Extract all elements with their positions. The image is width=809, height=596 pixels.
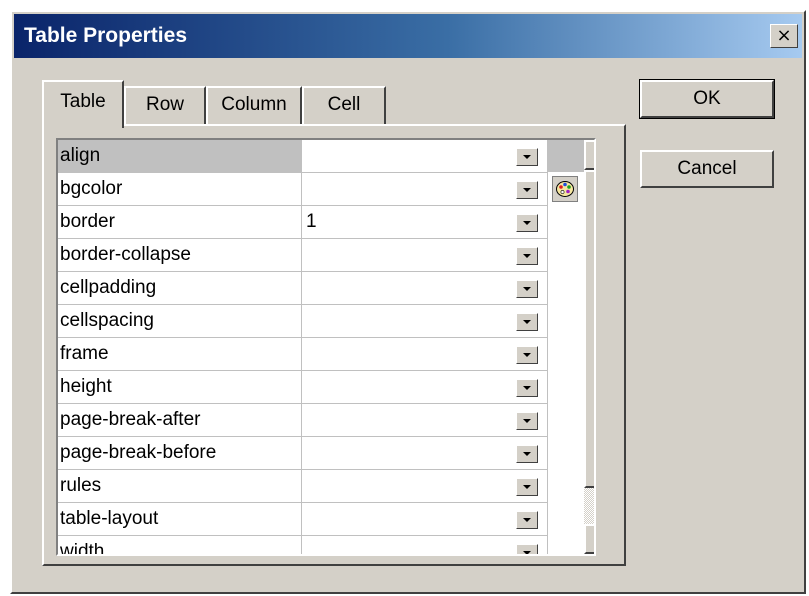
property-value-field[interactable] (302, 503, 548, 535)
tab-cell-label: Cell (327, 94, 361, 115)
property-row[interactable]: table-layout (58, 503, 548, 536)
property-name: page-break-after (58, 404, 302, 436)
property-value-field[interactable] (302, 272, 548, 304)
property-value-field[interactable] (302, 140, 548, 172)
property-value-field[interactable] (302, 338, 548, 370)
property-value-field[interactable]: 1 (302, 206, 548, 238)
scroll-up-button[interactable] (584, 140, 594, 170)
tab-row[interactable]: Row (124, 86, 206, 124)
properties-list: align bgcolor border 1 border-collapse cellpa… (58, 140, 548, 554)
property-value-field[interactable] (302, 404, 548, 436)
property-name: bgcolor (58, 173, 302, 205)
dropdown-arrow-button[interactable] (516, 148, 538, 166)
property-name: table-layout (58, 503, 302, 535)
close-icon: × (776, 25, 792, 46)
dropdown-arrow-button[interactable] (516, 478, 538, 496)
tab-cell[interactable]: Cell (302, 86, 386, 124)
property-value-field[interactable] (302, 239, 548, 271)
property-name: border (58, 206, 302, 238)
property-row[interactable]: cellpadding (58, 272, 548, 305)
property-row[interactable]: rules (58, 470, 548, 503)
property-value-field[interactable] (302, 305, 548, 337)
tab-column-label: Column (221, 94, 287, 115)
property-name: cellpadding (58, 272, 302, 304)
dropdown-arrow-button[interactable] (516, 346, 538, 364)
grid-scrollbar[interactable] (584, 140, 594, 554)
dropdown-arrow-button[interactable] (516, 313, 538, 331)
scroll-down-button[interactable] (584, 524, 594, 554)
property-name: rules (58, 470, 302, 502)
ok-button-label: OK (693, 88, 721, 109)
property-row[interactable]: bgcolor (58, 173, 548, 206)
scroll-thumb[interactable] (584, 170, 594, 488)
property-row[interactable]: cellspacing (58, 305, 548, 338)
table-properties-dialog: Table Properties × Table Row Column Cell… (10, 10, 806, 594)
property-name: page-break-before (58, 437, 302, 469)
cancel-button-label: Cancel (677, 158, 737, 179)
property-row[interactable]: align (58, 140, 548, 173)
property-row[interactable]: height (58, 371, 548, 404)
property-row[interactable]: page-break-before (58, 437, 548, 470)
property-row[interactable]: page-break-after (58, 404, 548, 437)
property-value-field[interactable] (302, 536, 548, 554)
property-value-field[interactable] (302, 470, 548, 502)
dropdown-arrow-button[interactable] (516, 412, 538, 430)
property-value: 1 (306, 211, 317, 232)
property-row[interactable]: width (58, 536, 548, 554)
tab-table-label: Table (60, 91, 106, 112)
dropdown-arrow-button[interactable] (516, 379, 538, 397)
close-button[interactable]: × (770, 24, 798, 48)
ok-button[interactable]: OK (639, 79, 775, 119)
property-row[interactable]: frame (58, 338, 548, 371)
tab-table[interactable]: Table (42, 80, 124, 128)
property-name: frame (58, 338, 302, 370)
property-value-field[interactable] (302, 437, 548, 469)
property-extra-column (548, 140, 585, 554)
dropdown-arrow-button[interactable] (516, 544, 538, 554)
property-name: height (58, 371, 302, 403)
tab-column[interactable]: Column (206, 86, 302, 124)
dropdown-arrow-button[interactable] (516, 511, 538, 529)
property-value-field[interactable] (302, 173, 548, 205)
properties-grid: align bgcolor border 1 border-collapse cellpa… (56, 138, 596, 556)
tab-row-label: Row (145, 94, 184, 115)
dropdown-arrow-button[interactable] (516, 280, 538, 298)
property-name: align (58, 140, 302, 172)
tab-panel: align bgcolor border 1 border-collapse cellpa… (42, 124, 626, 566)
dialog-title: Table Properties (24, 24, 187, 47)
property-row[interactable]: border-collapse (58, 239, 548, 272)
property-name: border-collapse (58, 239, 302, 271)
extra-column-header (548, 140, 584, 172)
color-palette-icon[interactable] (552, 176, 578, 202)
dropdown-arrow-button[interactable] (516, 214, 538, 232)
cancel-button[interactable]: Cancel (640, 150, 774, 188)
dropdown-arrow-button[interactable] (516, 181, 538, 199)
dropdown-arrow-button[interactable] (516, 445, 538, 463)
dropdown-arrow-button[interactable] (516, 247, 538, 265)
property-row[interactable]: border 1 (58, 206, 548, 239)
title-bar: Table Properties × (14, 14, 802, 58)
property-name: cellspacing (58, 305, 302, 337)
property-value-field[interactable] (302, 371, 548, 403)
property-name: width (58, 536, 302, 554)
